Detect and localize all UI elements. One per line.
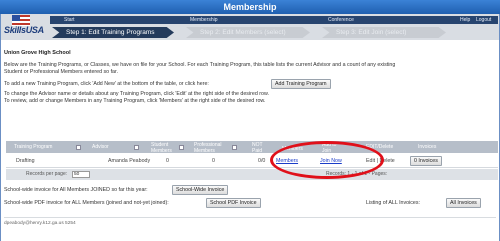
sort-icon[interactable] [232,145,237,150]
table-row: Drafting Amanda Peabody 0 0 0/0 Members … [6,154,498,168]
school-pdf-invoice-button[interactable]: School PDF Invoice [206,198,261,208]
all-invoices-text: Listing of ALL Invoices: [366,200,420,206]
cell-not-paid: 0/0 [258,158,266,164]
step-1-edit-training-programs[interactable]: Step 1: Edit Training Programs [52,27,174,38]
col-training-program[interactable]: Training Program [14,144,52,150]
sort-icon[interactable] [179,145,184,150]
invoices-button[interactable]: 0 Invoices [410,156,442,166]
table-header: Training Program Advisor Student Members… [6,141,498,154]
col-advisor[interactable]: Advisor [92,144,109,150]
intro-text-line-1: Below are the Training Programs, or Clas… [4,62,396,68]
intro-text-line-2: Student or Professional Members entered … [4,69,118,75]
nav-membership[interactable]: Membership [190,16,218,24]
sort-icon[interactable] [134,145,139,150]
nav-conference[interactable]: Conference [328,16,354,24]
records-per-page-select[interactable]: 50 [72,171,90,178]
footer-text: dpeabody@henry.k12.ga.us 5254 [4,221,76,226]
col-not-paid[interactable]: NOT Paid [252,142,272,154]
review-members-prompt: To review, add or change Members in any … [4,98,266,104]
sort-icon[interactable] [76,145,81,150]
all-invoices-button[interactable]: All Invoices [446,198,481,208]
step-3-edit-join: Step 3: Edit Join (select) [322,27,446,38]
school-pdf-invoice-text: School-wide PDF invoice for ALL Members … [4,200,169,206]
divider [4,217,496,218]
add-program-prompt: To add a new Training Program, click 'Ad… [4,81,209,87]
school-wide-invoice-button[interactable]: School-Wide Invoice [172,185,229,195]
cell-program: Drafting [16,158,35,164]
change-advisor-prompt: To change the Advisor name or details ab… [4,91,269,97]
cell-student-members: 0 [166,158,169,164]
col-invoices: Invoices [418,144,437,150]
school-wide-invoice-text: School-wide invoice for All Members JOIN… [4,187,148,193]
window-title: Membership [0,0,500,14]
col-student-members[interactable]: Student Members [151,142,177,154]
table-pager: Records per page: 50 Records: 1 - 1 of 1… [6,169,498,180]
nav-logout[interactable]: Logout [476,16,491,24]
highlight-circle [270,141,384,179]
skillsusa-logo[interactable]: SkillsUSA [4,15,46,39]
add-training-program-button[interactable]: Add Training Program [271,79,331,89]
nav-start[interactable]: Start [64,16,75,24]
col-professional-members[interactable]: Professional Members [194,142,224,154]
logo-text: SkillsUSA [4,25,44,35]
top-nav: Start Membership Conference Help Logout [50,16,498,24]
step-2-edit-members: Step 2: Edit Members (select) [186,27,310,38]
records-per-page-label: Records per page: [26,171,68,177]
school-name: Union Grove High School [4,50,71,56]
cell-professional-members: 0 [212,158,215,164]
nav-help[interactable]: Help [460,16,470,24]
cell-advisor: Amanda Peabody [108,158,151,164]
